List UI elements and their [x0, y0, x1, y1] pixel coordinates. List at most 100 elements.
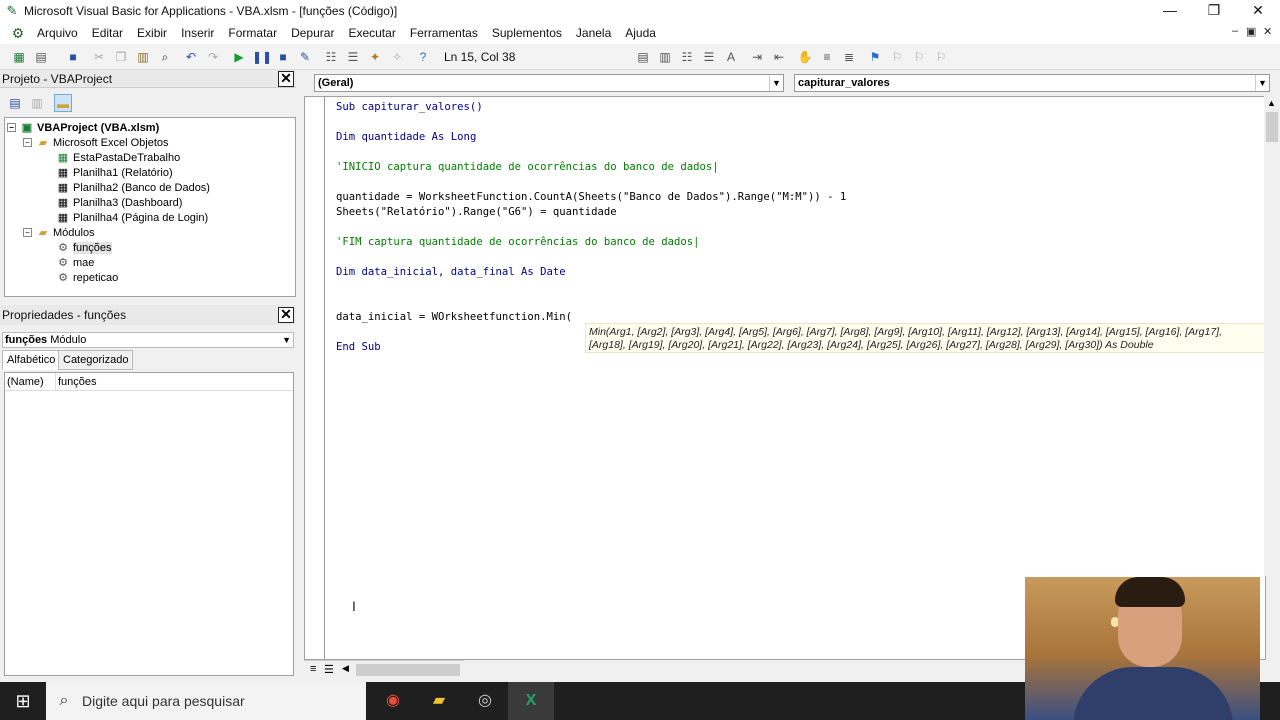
close-properties-pane-button[interactable]: ✕ [278, 307, 294, 323]
paste-icon[interactable]: ▥ [134, 48, 152, 66]
excel-taskbar-icon[interactable]: X [508, 682, 554, 720]
scroll-up-icon[interactable]: ▲ [1267, 98, 1276, 108]
copy-icon[interactable]: ❐ [112, 48, 130, 66]
minimize-button[interactable]: — [1148, 0, 1192, 22]
scroll-thumb[interactable] [1266, 112, 1278, 142]
mdi-restore-button[interactable]: ▣ [1246, 25, 1256, 38]
chevron-down-icon[interactable]: ▼ [769, 75, 783, 91]
parameter-info-icon[interactable]: ☰ [700, 48, 718, 66]
tree-item-sheet[interactable]: ▦ Planilha1 (Relatório) [56, 166, 173, 180]
menu-ajuda[interactable]: Ajuda [618, 26, 663, 40]
toggle-breakpoint-icon[interactable]: ✋ [796, 48, 814, 66]
collapse-icon[interactable]: − [7, 123, 16, 132]
tree-folder-excel-objects[interactable]: − ▰ Microsoft Excel Objetos [23, 136, 169, 149]
menu-depurar[interactable]: Depurar [284, 26, 341, 40]
tab-categorizado[interactable]: Categorizado [58, 350, 134, 370]
hscroll-thumb[interactable] [356, 664, 460, 676]
list-properties-icon[interactable]: ▤ [634, 48, 652, 66]
procedure-combo[interactable]: capiturar_valores ▼ [794, 74, 1270, 92]
windows-start-icon[interactable]: ⊞ [0, 682, 46, 720]
collapse-icon[interactable]: − [23, 138, 32, 147]
help-icon[interactable]: ? [414, 48, 432, 66]
next-bookmark-icon[interactable]: ⚐ [888, 48, 906, 66]
horizontal-scrollbar[interactable]: ≡ ☰ ◀ [304, 660, 464, 678]
tree-root[interactable]: − ▣ VBAProject (VBA.xlsm) [7, 121, 159, 134]
run-icon[interactable]: ▶ [230, 48, 248, 66]
tree-folder-modules[interactable]: − ▰ Módulos [23, 226, 95, 239]
menu-ferramentas[interactable]: Ferramentas [403, 26, 485, 40]
mdi-minimize-button[interactable]: – [1232, 25, 1238, 37]
code-line[interactable]: End Sub [336, 341, 381, 353]
save-icon[interactable]: ■ [64, 48, 82, 66]
menu-suplementos[interactable]: Suplementos [485, 26, 569, 40]
menu-editar[interactable]: Editar [85, 26, 130, 40]
excel-view-icon[interactable]: ▦ [10, 48, 28, 66]
previous-bookmark-icon[interactable]: ⚐ [910, 48, 928, 66]
quick-info-icon[interactable]: ☷ [678, 48, 696, 66]
undo-icon[interactable]: ↶ [182, 48, 200, 66]
tree-item-module[interactable]: ⚙ funções [56, 241, 112, 254]
restore-button[interactable]: ❐ [1192, 0, 1236, 22]
mdi-close-button[interactable]: ✕ [1263, 25, 1272, 38]
collapse-icon[interactable]: − [23, 228, 32, 237]
cut-icon[interactable]: ✂ [90, 48, 108, 66]
tree-item-sheet[interactable]: ▦ Planilha3 (Dashboard) [56, 196, 183, 210]
tree-item-sheet[interactable]: ▦ Planilha2 (Banco de Dados) [56, 181, 210, 195]
design-mode-icon[interactable]: ✎ [296, 48, 314, 66]
code-comment[interactable]: 'FIM captura quantidade de ocorrências d… [336, 236, 700, 248]
obs-icon[interactable]: ◎ [462, 682, 508, 720]
code-comment[interactable]: 'INICIO captura quantidade de ocorrência… [336, 161, 719, 173]
tree-item-module[interactable]: ⚙ repeticao [56, 271, 118, 285]
properties-window-icon[interactable]: ☰ [344, 48, 362, 66]
taskbar-search[interactable]: ⌕ Digite aqui para pesquisar [46, 682, 366, 720]
uncomment-block-icon[interactable]: ≣ [840, 48, 858, 66]
code-line[interactable]: quantidade = WorksheetFunction.CountA(Sh… [336, 191, 846, 203]
close-project-pane-button[interactable]: ✕ [278, 71, 294, 87]
tree-item-workbook[interactable]: ▦ EstaPastaDeTrabalho [56, 151, 180, 165]
property-row[interactable]: (Name) funções [5, 373, 293, 391]
scroll-left-icon[interactable]: ◀ [342, 663, 349, 674]
menu-inserir[interactable]: Inserir [174, 26, 221, 40]
toggle-bookmark-icon[interactable]: ⚑ [866, 48, 884, 66]
code-line[interactable]: Sheets("Relatório").Range("G6") = quanti… [336, 206, 617, 218]
toolbox-icon[interactable]: ✧ [388, 48, 406, 66]
outdent-icon[interactable]: ⇤ [770, 48, 788, 66]
code-line-current[interactable]: data_inicial = WOrksheetfunction.Min( [336, 311, 572, 323]
menu-arquivo[interactable]: Arquivo [30, 26, 85, 40]
break-icon[interactable]: ❚❚ [252, 48, 272, 66]
property-value[interactable]: funções [58, 376, 97, 388]
code-line[interactable]: Sub capiturar_valores() [336, 101, 483, 113]
chevron-down-icon[interactable]: ▼ [1255, 75, 1269, 91]
clear-bookmarks-icon[interactable]: ⚐ [932, 48, 950, 66]
view-code-icon[interactable]: ▤ [6, 94, 24, 112]
code-line[interactable]: Dim quantidade As Long [336, 131, 476, 143]
object-combo[interactable]: (Geral) ▼ [314, 74, 784, 92]
toggle-folders-icon[interactable]: ▬ [54, 94, 72, 112]
tree-item-module[interactable]: ⚙ mae [56, 256, 94, 270]
close-window-button[interactable]: ✕ [1236, 0, 1280, 22]
tab-alfabetico[interactable]: Alfabético [2, 350, 61, 370]
find-icon[interactable]: ⌕ [156, 48, 174, 66]
menu-formatar[interactable]: Formatar [221, 26, 284, 40]
vba-menu-icon[interactable]: ⚙ [6, 25, 30, 42]
reset-icon[interactable]: ■ [274, 48, 292, 66]
project-explorer-icon[interactable]: ☷ [322, 48, 340, 66]
code-margin[interactable] [305, 97, 325, 659]
comment-block-icon[interactable]: ≡ [818, 48, 836, 66]
list-constants-icon[interactable]: ▥ [656, 48, 674, 66]
file-explorer-icon[interactable]: ▰ [416, 682, 462, 720]
redo-icon[interactable]: ↷ [204, 48, 222, 66]
code-editor[interactable] [304, 96, 1266, 660]
tree-item-sheet[interactable]: ▦ Planilha4 (Página de Login) [56, 211, 208, 225]
complete-word-icon[interactable]: A [722, 48, 740, 66]
menu-executar[interactable]: Executar [341, 26, 402, 40]
insert-module-icon[interactable]: ▤ [32, 48, 50, 66]
indent-icon[interactable]: ⇥ [748, 48, 766, 66]
procedure-view-icon[interactable]: ≡ [310, 663, 316, 675]
properties-object-select[interactable]: funções Módulo ▼ [2, 332, 294, 348]
code-line[interactable]: Dim data_inicial, data_final As Date [336, 266, 566, 278]
object-browser-icon[interactable]: ✦ [366, 48, 384, 66]
full-module-view-icon[interactable]: ☰ [324, 663, 334, 676]
menu-janela[interactable]: Janela [569, 26, 618, 40]
chrome-icon[interactable]: ◉ [370, 682, 416, 720]
